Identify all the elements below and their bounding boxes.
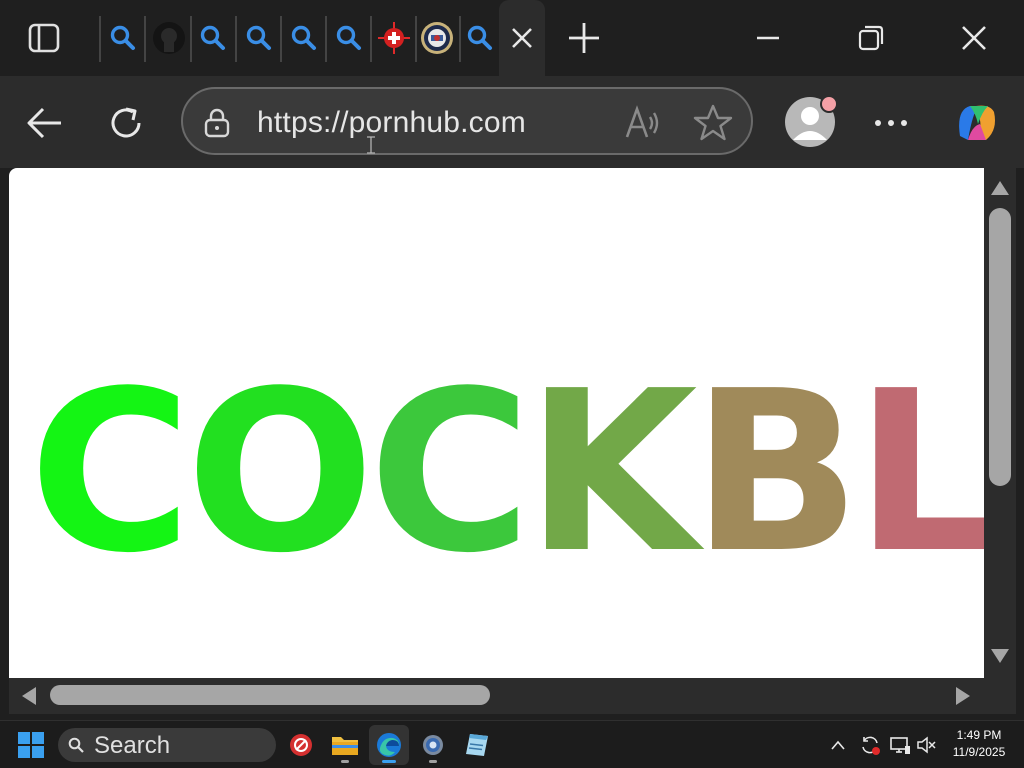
running-indicator (341, 760, 349, 763)
scroll-right-arrow-icon[interactable] (955, 686, 971, 706)
plus-icon (569, 23, 599, 53)
refresh-icon (111, 107, 141, 138)
seal-icon (421, 22, 453, 54)
search-icon (246, 25, 271, 50)
more-options-button[interactable] (866, 98, 916, 148)
vertical-scrollbar[interactable] (984, 168, 1016, 678)
github-icon (153, 22, 185, 54)
tab-1[interactable] (101, 10, 145, 66)
edge-browser-icon (377, 733, 401, 757)
search-icon (467, 25, 492, 50)
logo-letter: L (854, 344, 984, 602)
taskbar-search-box[interactable]: Search (58, 728, 276, 762)
clock-time: 1:49 PM (956, 728, 1002, 742)
taskbar-file-explorer[interactable] (325, 725, 365, 765)
navigation-toolbar: https://pornhub.com (0, 76, 1024, 168)
notepad-icon (466, 734, 488, 756)
show-hidden-icons-button[interactable] (824, 731, 852, 759)
tab-8[interactable] (415, 10, 459, 66)
tab-9[interactable] (458, 10, 502, 66)
scroll-down-arrow-icon[interactable] (990, 648, 1010, 664)
tab-strip (0, 0, 1024, 76)
tab-7[interactable] (372, 10, 416, 66)
logo-letter: C (29, 344, 192, 602)
minimize-icon (757, 36, 779, 40)
active-tab[interactable] (499, 0, 545, 76)
volume-muted-icon (917, 736, 936, 754)
close-icon (962, 26, 986, 50)
more-dots-icon (875, 120, 907, 126)
new-tab-button[interactable] (560, 14, 608, 62)
taskbar-clock[interactable]: 1:49 PM 11/9/2025 (944, 727, 1014, 761)
active-indicator (382, 760, 396, 763)
network-monitor-icon (890, 737, 910, 754)
back-arrow-icon (27, 107, 61, 139)
scroll-up-arrow-icon[interactable] (990, 180, 1010, 196)
tab-2[interactable] (147, 10, 191, 66)
tab-5[interactable] (282, 10, 326, 66)
web-page-viewport[interactable]: COCKBLC (9, 168, 984, 678)
profile-avatar-icon (785, 95, 838, 147)
page-logo-text: COCKBLC (29, 362, 984, 584)
read-aloud-icon[interactable] (623, 103, 663, 143)
vertical-scroll-thumb[interactable] (989, 208, 1011, 486)
red-cross-icon (378, 22, 410, 54)
clock-date: 11/9/2025 (952, 745, 1006, 759)
refresh-button[interactable] (101, 98, 151, 148)
running-indicator (429, 760, 437, 763)
tab-6[interactable] (327, 10, 371, 66)
search-icon (200, 25, 225, 50)
logo-letter: K (525, 344, 698, 602)
close-tab-icon[interactable] (509, 25, 535, 51)
search-icon (110, 25, 135, 50)
profile-button[interactable] (784, 95, 838, 148)
back-button[interactable] (20, 98, 70, 148)
search-icon (336, 25, 361, 50)
chevron-up-icon (831, 740, 845, 750)
tab-actions-icon (28, 23, 60, 53)
horizontal-scroll-thumb[interactable] (50, 685, 490, 705)
tab-3[interactable] (191, 10, 235, 66)
tray-sync[interactable] (856, 731, 884, 759)
tray-network[interactable] (886, 731, 914, 759)
address-url[interactable]: https://pornhub.com (257, 106, 526, 140)
taskbar-settings[interactable] (413, 725, 453, 765)
sync-icon (862, 736, 880, 755)
red-circle-app-icon (290, 734, 312, 756)
minimize-button[interactable] (742, 14, 794, 62)
windows-start-icon[interactable] (18, 732, 44, 758)
horizontal-scrollbar[interactable] (9, 678, 1016, 714)
tray-volume[interactable] (912, 731, 940, 759)
copilot-icon (959, 105, 995, 140)
copilot-button[interactable] (950, 96, 1004, 150)
settings-gear-icon (423, 735, 443, 755)
search-label: Search (94, 732, 171, 759)
close-window-button[interactable] (948, 14, 1000, 62)
logo-letter: C (368, 344, 532, 602)
favorite-star-icon[interactable] (693, 103, 733, 143)
tab-actions-button[interactable] (22, 18, 66, 58)
logo-letter: B (691, 344, 861, 602)
folder-icon (332, 737, 358, 755)
logo-letter: O (185, 344, 375, 602)
lock-icon[interactable] (201, 107, 233, 139)
text-cursor-icon (367, 136, 375, 154)
windows-taskbar: Search 1:49 PM 11/9/2025 (0, 720, 1024, 768)
restore-icon (858, 25, 884, 51)
scroll-left-arrow-icon[interactable] (21, 686, 37, 706)
restore-button[interactable] (845, 14, 897, 62)
tab-separator (144, 16, 146, 62)
taskbar-edge[interactable] (369, 725, 409, 765)
search-icon (68, 737, 84, 753)
taskbar-app-red[interactable] (281, 725, 321, 765)
taskbar-app-notepad[interactable] (457, 725, 497, 765)
tab-4[interactable] (237, 10, 281, 66)
search-icon (291, 25, 316, 50)
address-bar[interactable]: https://pornhub.com (181, 87, 753, 155)
